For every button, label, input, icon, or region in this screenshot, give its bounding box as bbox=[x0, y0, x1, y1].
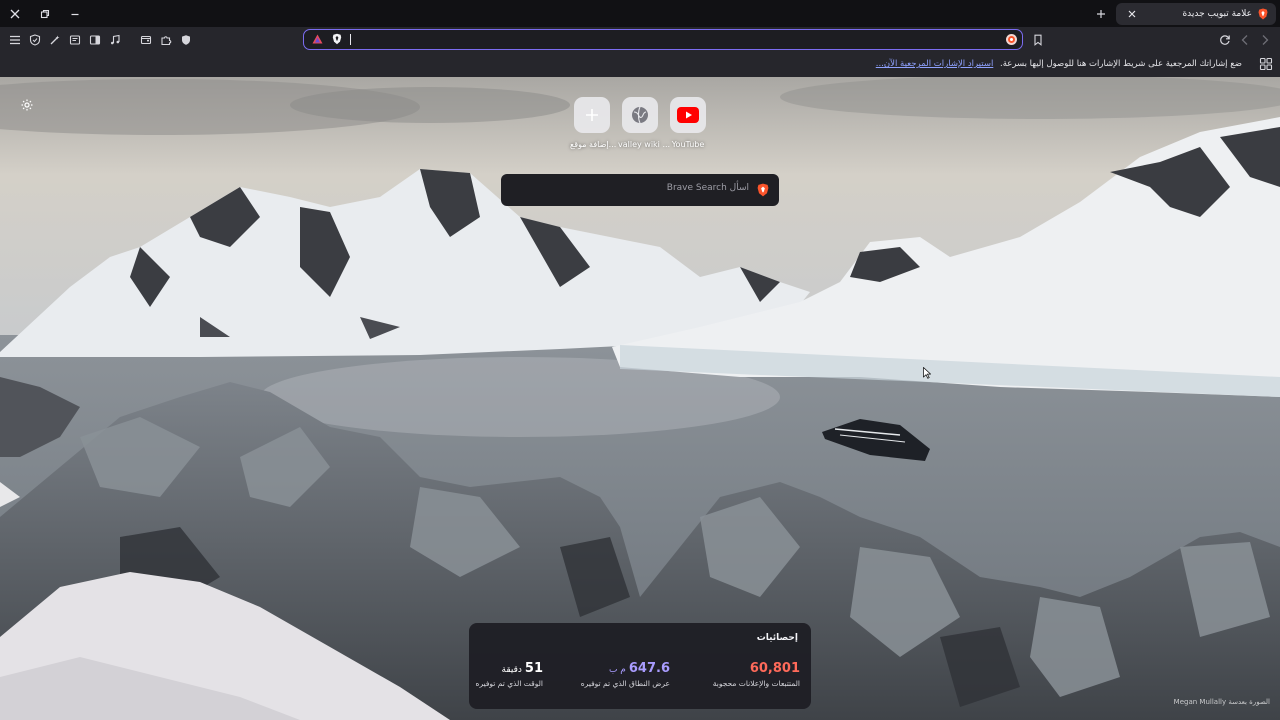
tab-strip: علامة تبويب جديدة bbox=[0, 0, 1280, 27]
stat-caption: عرض النطاق الذي تم توفيره bbox=[580, 679, 670, 688]
stat-trackers-blocked: 60,801 المتتبعات والإعلانات محجوبة bbox=[713, 661, 800, 688]
shields-panel-button[interactable] bbox=[26, 31, 44, 49]
brave-logo-icon bbox=[1258, 8, 1268, 20]
close-icon bbox=[10, 9, 20, 18]
music-note-icon bbox=[111, 34, 120, 45]
top-site-youtube[interactable]: YouTube bbox=[666, 97, 710, 149]
address-bar[interactable] bbox=[303, 29, 1023, 50]
stat-value: 60,801 bbox=[749, 661, 800, 676]
hamburger-menu-icon bbox=[10, 35, 20, 45]
tab-title: علامة تبويب جديدة bbox=[1182, 9, 1252, 19]
brave-search-box[interactable]: اسأل Brave Search bbox=[501, 174, 779, 206]
stat-value-row: 647.6م ب bbox=[581, 661, 670, 676]
top-site-tile bbox=[670, 97, 706, 133]
top-site-tile bbox=[574, 97, 610, 133]
sidebar-icon bbox=[89, 35, 101, 45]
bookmarks-prompt-text: ضع إشاراتك المرجعية على شريط الإشارات هن… bbox=[1000, 59, 1242, 69]
wallet-button[interactable] bbox=[137, 31, 155, 49]
text-cursor bbox=[350, 34, 351, 45]
import-bookmarks-link[interactable]: استيراد الإشارات المرجعية الآن... bbox=[876, 59, 994, 69]
bookmark-page-button[interactable] bbox=[1029, 31, 1047, 49]
new-tab-button[interactable] bbox=[1090, 3, 1112, 25]
stats-heading: إحصائيات bbox=[756, 633, 798, 643]
top-site-valley-wiki[interactable]: valley wiki ... bbox=[618, 97, 671, 149]
bookmarks-bar: ضع إشاراتك المرجعية على شريط الإشارات هن… bbox=[0, 53, 1280, 77]
brave-logo-icon bbox=[757, 183, 769, 197]
gear-icon bbox=[21, 99, 33, 111]
reload-icon bbox=[1220, 35, 1230, 45]
reload-button[interactable] bbox=[1216, 31, 1234, 49]
add-top-site-button[interactable]: إضافة موقع... bbox=[570, 97, 617, 149]
brave-news-icon[interactable] bbox=[1005, 33, 1018, 46]
stats-widget: إحصائيات 60,801 المتتبعات والإعلانات محج… bbox=[469, 623, 811, 709]
minimize-window-button[interactable] bbox=[60, 0, 90, 27]
top-site-label: YouTube bbox=[671, 140, 705, 149]
top-site-tile bbox=[622, 97, 658, 133]
youtube-icon bbox=[677, 107, 699, 123]
mouse-cursor-icon bbox=[923, 367, 931, 379]
playlist-button[interactable] bbox=[106, 31, 124, 49]
vpn-button[interactable] bbox=[177, 31, 195, 49]
toolbar bbox=[0, 27, 1280, 53]
rewards-icon bbox=[312, 34, 323, 44]
bookmarks-empty-message: ضع إشاراتك المرجعية على شريط الإشارات هن… bbox=[876, 59, 1242, 69]
photo-credit[interactable]: الصورة بعدسة Megan Mullally bbox=[1174, 698, 1270, 706]
close-tab-button[interactable] bbox=[1124, 6, 1140, 22]
globe-icon bbox=[632, 106, 648, 124]
leo-ai-button[interactable] bbox=[46, 31, 64, 49]
reading-list-icon bbox=[69, 35, 81, 45]
restore-window-button[interactable] bbox=[30, 0, 60, 27]
stat-value: 51 bbox=[524, 661, 543, 676]
sidebar-toggle-button[interactable] bbox=[86, 31, 104, 49]
brave-shield-icon bbox=[332, 33, 342, 45]
search-placeholder: اسأل Brave Search bbox=[666, 183, 749, 193]
puzzle-icon bbox=[161, 36, 172, 46]
chevron-right-icon bbox=[1262, 35, 1269, 45]
vpn-shield-icon bbox=[182, 35, 190, 45]
stat-caption: الوقت الذي تم توفيره bbox=[475, 679, 543, 688]
reading-list-button[interactable] bbox=[66, 31, 84, 49]
top-site-label: إضافة موقع... bbox=[570, 140, 617, 149]
close-window-button[interactable] bbox=[0, 0, 30, 27]
stat-bandwidth-saved: 647.6م ب عرض النطاق الذي تم توفيره bbox=[581, 661, 670, 688]
new-tab-page: YouTube valley wiki ... إضافة موقع... اس… bbox=[0, 77, 1280, 720]
customize-dashboard-button[interactable] bbox=[20, 97, 34, 111]
stat-value-row: 51دقيقة bbox=[476, 661, 544, 676]
forward-button[interactable] bbox=[1256, 31, 1274, 49]
restore-icon bbox=[40, 9, 50, 18]
back-button[interactable] bbox=[1236, 31, 1254, 49]
menu-button[interactable] bbox=[6, 31, 24, 49]
plus-icon bbox=[586, 109, 598, 121]
top-site-label: valley wiki ... bbox=[618, 140, 671, 149]
apps-grid-icon[interactable] bbox=[1259, 57, 1273, 71]
shield-icon bbox=[29, 34, 41, 46]
stat-value: 647.6 bbox=[628, 661, 670, 676]
close-icon bbox=[1128, 10, 1136, 18]
stat-caption: المتتبعات والإعلانات محجوبة bbox=[712, 679, 800, 688]
wallet-icon bbox=[140, 35, 152, 45]
top-sites: YouTube valley wiki ... إضافة موقع... bbox=[568, 97, 712, 157]
plus-icon bbox=[1097, 10, 1105, 18]
stat-unit: دقيقة bbox=[501, 665, 522, 675]
chevron-left-icon bbox=[1241, 35, 1248, 45]
stat-time-saved: 51دقيقة الوقت الذي تم توفيره bbox=[476, 661, 543, 688]
wand-icon bbox=[50, 35, 60, 45]
minimize-icon bbox=[71, 13, 79, 15]
stat-unit: م ب bbox=[608, 665, 626, 675]
tab-new-tab[interactable]: علامة تبويب جديدة bbox=[1116, 3, 1276, 25]
bookmark-icon bbox=[1034, 34, 1042, 46]
extensions-button[interactable] bbox=[157, 31, 175, 49]
